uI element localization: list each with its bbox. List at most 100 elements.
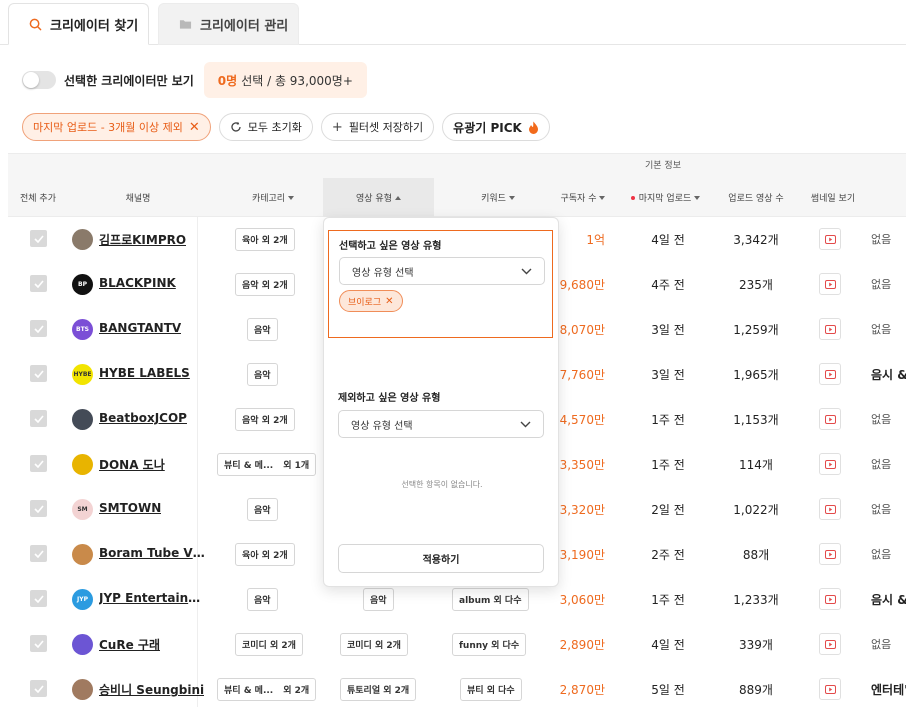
row-checkbox[interactable] [30, 320, 47, 337]
channel-name-link[interactable]: HYBE LABELS [99, 366, 190, 380]
header-label: 썸네일 보기 [810, 194, 856, 204]
apply-button[interactable]: 적용하기 [338, 544, 544, 573]
header-category[interactable]: 카테고리 [228, 178, 318, 217]
keyword-badge: funny 외 다수 [452, 633, 527, 656]
exclude-select[interactable]: 영상 유형 선택 [338, 410, 544, 438]
avatar-text: HYBE [73, 371, 92, 378]
check-icon [33, 414, 44, 423]
thumbnail-button[interactable] [819, 633, 841, 655]
header-add-all[interactable]: 전체 추가 [13, 178, 63, 217]
row-checkbox[interactable] [30, 455, 47, 472]
avatar-text: BTS [76, 326, 89, 333]
thumbnail-button[interactable] [819, 678, 841, 700]
video-type-badge: 음악 [363, 588, 394, 611]
header-label: 전체 추가 [20, 194, 56, 204]
video-count: 1,965개 [733, 368, 779, 382]
play-icon [824, 549, 836, 559]
channel-name-link[interactable]: BLACKPINK [99, 276, 176, 290]
pick-button[interactable]: 유광기 PICK [442, 113, 550, 141]
close-icon[interactable]: ✕ [385, 296, 393, 307]
tab-find-creators[interactable]: 크리에이터 찾기 [8, 3, 149, 45]
channel-name-link[interactable]: CuRe 구래 [99, 636, 160, 653]
category-badge: 육아 외 2개 [235, 543, 295, 566]
active-filter-chip[interactable]: 마지막 업로드 - 3개월 이상 제외 ✕ [22, 113, 211, 141]
header-subscribers[interactable]: 구독자 수 [548, 178, 618, 217]
channel-name-link[interactable]: 승비니 Seungbini [99, 681, 204, 698]
thumbnail-button[interactable] [819, 453, 841, 475]
avatar [72, 229, 93, 250]
row-checkbox[interactable] [30, 410, 47, 427]
row-checkbox[interactable] [30, 230, 47, 247]
thumbnail-button[interactable] [819, 228, 841, 250]
channel-name-link[interactable]: Boram Tube Vlo... [99, 546, 207, 560]
reset-button[interactable]: 모두 초기화 [218, 113, 313, 141]
empty-message: 선택한 항목이 없습니다. [401, 480, 483, 489]
category-extra: 외 1개 [283, 461, 310, 471]
extra-value: 없음 [871, 323, 892, 336]
last-upload: 1주 전 [651, 413, 685, 427]
row-checkbox[interactable] [30, 680, 47, 697]
selected-only-toggle[interactable] [22, 71, 56, 89]
last-upload: 5일 전 [651, 683, 685, 697]
channel-name-link[interactable]: BeatboxJCOP [99, 411, 187, 425]
include-select[interactable]: 영상 유형 선택 [339, 257, 545, 285]
header-video-type[interactable]: 영상 유형 [323, 178, 434, 217]
check-icon [33, 549, 44, 558]
table-row[interactable]: CuRe 구래 코미디 외 2개 코미디 외 2개 funny 외 다수 2,890만 4… [8, 622, 906, 667]
check-icon [33, 684, 44, 693]
category-badge: 뷰티 & 메... 외 2개 [217, 678, 317, 701]
channel-name-link[interactable]: SMTOWN [99, 501, 161, 515]
category-badge: 음악 [247, 588, 278, 611]
thumbnail-button[interactable] [819, 273, 841, 295]
thumbnail-button[interactable] [819, 318, 841, 340]
channel-name-link[interactable]: BANGTANTV [99, 321, 181, 335]
row-checkbox[interactable] [30, 545, 47, 562]
extra-value: 없음 [871, 233, 892, 246]
extra-value: 음시 & [871, 593, 906, 607]
video-type-badge: 코미디 외 2개 [340, 633, 408, 656]
search-icon [29, 18, 42, 30]
filter-chip-label: 마지막 업로드 - 3개월 이상 제외 [33, 121, 183, 134]
refresh-icon [231, 121, 241, 132]
header-last-upload[interactable]: 마지막 업로드 [623, 178, 708, 217]
selected-count: 0명 [217, 73, 238, 88]
channel-name-link[interactable]: 김프로KIMPRO [99, 231, 186, 248]
include-placeholder: 영상 유형 선택 [352, 267, 414, 279]
selection-count: 0명 선택 / 총 93,000명+ [203, 62, 367, 98]
thumbnail-button[interactable] [819, 543, 841, 565]
save-filter-button[interactable]: + 필터셋 저장하기 [320, 113, 435, 141]
video-type-badge: 튜토리얼 외 2개 [340, 678, 417, 701]
tab-label: 크리에이터 관리 [200, 18, 289, 34]
play-icon [824, 594, 836, 604]
avatar [72, 634, 93, 655]
category-badge: 음악 [247, 363, 278, 386]
fire-icon [528, 121, 538, 134]
channel-name-link[interactable]: JYP Entertainm... [99, 591, 207, 605]
thumbnail-button[interactable] [819, 498, 841, 520]
selected-tag[interactable]: 브이로그 ✕ [339, 290, 403, 312]
header-video-count: 업로드 영상 수 [716, 178, 796, 217]
reset-label: 모두 초기화 [247, 121, 302, 134]
thumbnail-button[interactable] [819, 408, 841, 430]
video-count: 88개 [742, 548, 770, 562]
row-checkbox[interactable] [30, 635, 47, 652]
header-keyword[interactable]: 키워드 [458, 178, 538, 217]
thumbnail-button[interactable] [819, 588, 841, 610]
last-upload: 1주 전 [651, 458, 685, 472]
header-label: 구독자 수 [560, 194, 597, 204]
exclude-label: 제외하고 싶은 영상 유형 [338, 393, 441, 404]
row-checkbox[interactable] [30, 500, 47, 517]
thumbnail-button[interactable] [819, 363, 841, 385]
row-checkbox[interactable] [30, 590, 47, 607]
total-count: 선택 / 총 93,000명+ [241, 73, 353, 88]
avatar: HYBE [72, 364, 93, 385]
play-icon [824, 459, 836, 469]
avatar: BP [72, 274, 93, 295]
tab-manage-creators[interactable]: 크리에이터 관리 [158, 3, 299, 45]
table-row[interactable]: 승비니 Seungbini 뷰티 & 메... 외 2개 튜토리얼 외 2개 뷰티 외 … [8, 667, 906, 707]
channel-name-link[interactable]: DONA 도나 [99, 456, 165, 473]
row-checkbox[interactable] [30, 275, 47, 292]
extra-value: 음시 & [871, 368, 906, 382]
close-icon[interactable]: ✕ [189, 120, 200, 135]
row-checkbox[interactable] [30, 365, 47, 382]
